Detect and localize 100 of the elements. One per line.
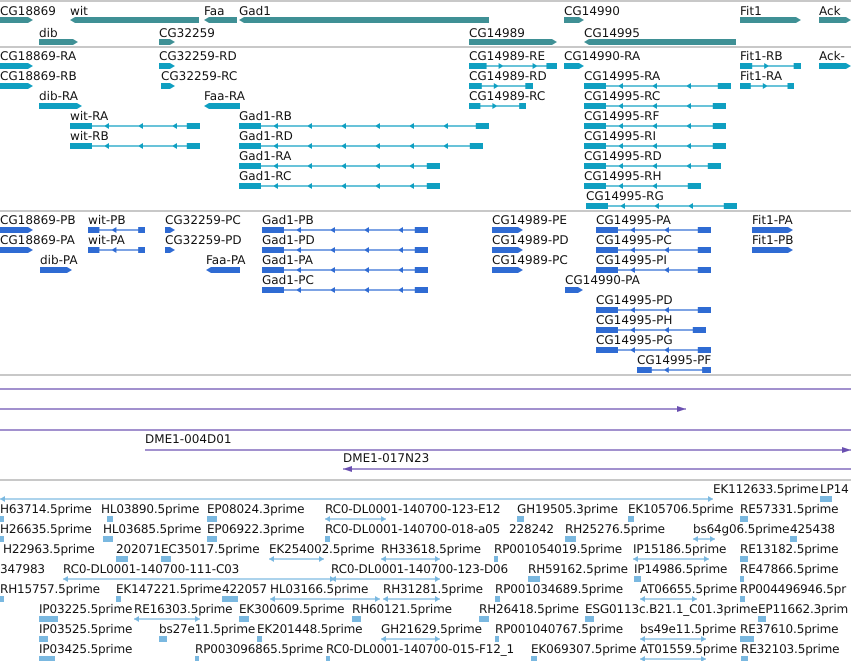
est-label: RP001034689.5prime [495,582,623,596]
protein-label: wit-PA [88,233,125,247]
est-label: RE16303.5prime [134,602,232,616]
est-label: HL03890.5prime [101,502,200,516]
transcript-label: CG14995-RA [584,69,660,83]
est-label: H22963.5prime [3,542,95,556]
est-glyph [39,635,48,643]
protein-label: CG32259-PC [165,213,241,227]
est-label: RH25276.5prime [565,522,665,536]
est-label: EK254002.5prime [269,542,374,556]
protein-label: CG14995-PI [596,253,667,267]
protein-label: CG14995-PA [596,213,671,227]
transcript-label: Fit1-RB [740,49,783,63]
protein-label: Gad1-PB [262,213,314,227]
protein-label: CG14995-PD [596,293,673,307]
est-glyph [740,555,748,563]
est-glyph [531,655,537,661]
transcript-label: CG14989-RE [469,49,546,63]
est-glyph [116,555,128,563]
est-label: 228242 [509,522,554,536]
est-glyph [740,635,754,643]
est-label: 422057 [222,582,267,596]
clone-label: DME1-004D01 [145,432,232,446]
gene-label: Ack [819,4,841,18]
est-label: RH15757.5prime [0,582,100,596]
transcript-label: CG32259-RC [161,69,238,83]
protein-label: Gad1-PD [262,233,315,247]
est-label: RP001040767.5prime [495,622,623,636]
est-glyph [740,575,744,583]
est-glyph [495,595,500,603]
transcript-label: CG14995-RD [584,149,662,163]
est-glyph [565,535,576,543]
transcript-label: CG14995-RI [584,129,656,143]
est-glyph [207,535,217,543]
est-glyph [517,515,524,523]
protein-label: CG14989-PE [492,213,567,227]
est-label: GH19505.3prime [517,502,618,516]
transcript-label: wit-RA [70,109,108,123]
est-label: IP03225.5prime [39,602,132,616]
est-label: 202071 [116,542,161,556]
transcript-label: CG32259-RD [159,49,237,63]
est-label: RC0-DL0001-140700-015-F12_1 [326,642,514,656]
est-label: bs49e11.5prime [640,622,736,636]
est-label: bs64g06.5prime [693,522,790,536]
protein-label: CG14995-PH [596,313,672,327]
est-label: EK069307.5prime [531,642,636,656]
est-label: RC0-DL0001-140700-123-E12 [325,502,500,516]
est-glyph [740,595,745,603]
gene-label: CG14995 [584,26,640,40]
transcript-label: CG14989-RC [469,89,546,103]
transcript-label: Fit1-RA [740,69,782,83]
est-label: H26635.5prime [0,522,92,536]
gene-label: CG32259 [159,26,215,40]
gene-label: Fit1 [740,4,762,18]
est-glyph [222,595,238,603]
est-glyph [116,595,121,603]
est-label: bs27e11.5prime [159,622,256,636]
transcript-label: Gad1-RA [239,149,292,163]
est-glyph [383,595,440,603]
est-label: EC35017.5prime [161,542,260,556]
est-label: RH60121.5prime [352,602,452,616]
est-glyph [134,615,200,623]
est-label: AT01559.5prime [640,642,738,656]
est-glyph [352,615,361,623]
protein-label: CG14989-PD [492,233,569,247]
est-label: RH31281.5prime [383,582,483,596]
gene-label: CG14990 [564,4,620,18]
est-label: RC0-DL0001-140700-111-C03 [63,562,240,576]
est-label: ESG0113c.B21.1_C01.3prime [585,602,758,616]
est-glyph [159,635,167,643]
est-glyph [640,635,706,643]
est-glyph [479,615,489,623]
transcript-label: Ack- [819,49,845,63]
protein-label: Fit1-PB [752,233,794,247]
est-glyph [628,515,634,523]
transcript-label: CG18869-RA [0,49,76,63]
est-label: EK201448.5prime [257,622,362,636]
transcript-label: dib-RA [39,89,78,103]
protein-label: CG14995-PG [596,333,673,347]
protein-label: Fit1-PA [752,213,793,227]
est-label: EK105706.5prime [628,502,734,516]
gene-label: dib [39,26,58,40]
est-label: EP08024.3prime [207,502,304,516]
est-glyph [207,515,217,523]
transcript-label: CG14995-RH [584,169,662,183]
protein-label: CG18869-PB [0,213,76,227]
est-glyph [0,515,4,523]
est-glyph [381,555,440,563]
est-label: RE47866.5prime [740,562,838,576]
est-glyph [381,635,440,643]
est-label: IP03425.5prime [39,642,132,656]
est-glyph [528,575,540,583]
clone-label: DME1-017N23 [343,451,430,465]
est-label: EP06922.3prime [207,522,304,536]
est-label: EP11662.3prim [758,602,848,616]
transcript-label: Gad1-RD [239,129,293,143]
est-glyph [0,535,4,543]
est-label: 425438 [790,522,835,536]
transcript-label: CG14995-RF [584,109,660,123]
est-glyph [640,595,697,603]
